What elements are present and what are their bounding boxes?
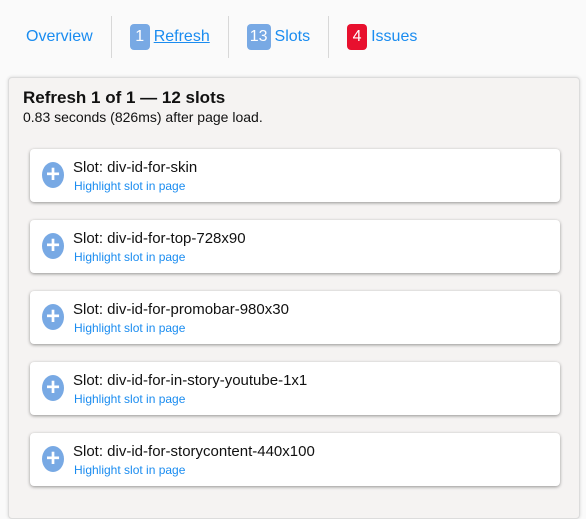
issues-count-badge: 4 xyxy=(347,24,368,50)
slot-card: + Slot: div-id-for-skin Highlight slot i… xyxy=(30,149,560,202)
slot-card: + Slot: div-id-for-in-story-youtube-1x1 … xyxy=(30,362,560,415)
slot-name: Slot: div-id-for-in-story-youtube-1x1 xyxy=(73,372,308,389)
slots-count-badge: 13 xyxy=(246,24,271,50)
highlight-slot-link[interactable]: Highlight slot in page xyxy=(74,250,185,264)
slot-card: + Slot: div-id-for-top-728x90 Highlight … xyxy=(30,220,560,273)
expand-plus-icon[interactable]: + xyxy=(42,233,64,259)
slot-name: Slot: div-id-for-storycontent-440x100 xyxy=(73,443,315,460)
expand-plus-icon[interactable]: + xyxy=(42,304,64,330)
tab-issues-label: Issues xyxy=(371,28,418,45)
tab-issues[interactable]: 4 Issues xyxy=(329,15,435,59)
expand-plus-icon[interactable]: + xyxy=(42,446,64,472)
refresh-count-badge: 1 xyxy=(129,24,150,50)
slot-card: + Slot: div-id-for-storycontent-440x100 … xyxy=(30,433,560,486)
highlight-slot-link[interactable]: Highlight slot in page xyxy=(74,392,185,406)
slot-name: Slot: div-id-for-top-728x90 xyxy=(73,230,246,247)
tab-slots-label: Slots xyxy=(274,28,311,45)
panel-subtitle: 0.83 seconds (826ms) after page load. xyxy=(23,109,263,125)
slot-name: Slot: div-id-for-skin xyxy=(73,159,198,176)
highlight-slot-link[interactable]: Highlight slot in page xyxy=(74,463,185,477)
expand-plus-icon[interactable]: + xyxy=(42,375,64,401)
slot-name: Slot: div-id-for-promobar-980x30 xyxy=(73,301,289,318)
nav-tabs: Overview 1 Refresh 13 Slots 4 Issues xyxy=(0,15,435,59)
tab-refresh[interactable]: 1 Refresh xyxy=(112,15,228,59)
tab-overview[interactable]: Overview xyxy=(0,15,111,59)
tab-refresh-label: Refresh xyxy=(153,28,210,45)
highlight-slot-link[interactable]: Highlight slot in page xyxy=(74,179,185,193)
highlight-slot-link[interactable]: Highlight slot in page xyxy=(74,321,185,335)
expand-plus-icon[interactable]: + xyxy=(42,162,64,188)
panel-title: Refresh 1 of 1 — 12 slots xyxy=(23,88,226,107)
slot-card: + Slot: div-id-for-promobar-980x30 Highl… xyxy=(30,291,560,344)
tab-slots[interactable]: 13 Slots xyxy=(229,15,328,59)
refresh-panel: Refresh 1 of 1 — 12 slots 0.83 seconds (… xyxy=(8,77,580,519)
